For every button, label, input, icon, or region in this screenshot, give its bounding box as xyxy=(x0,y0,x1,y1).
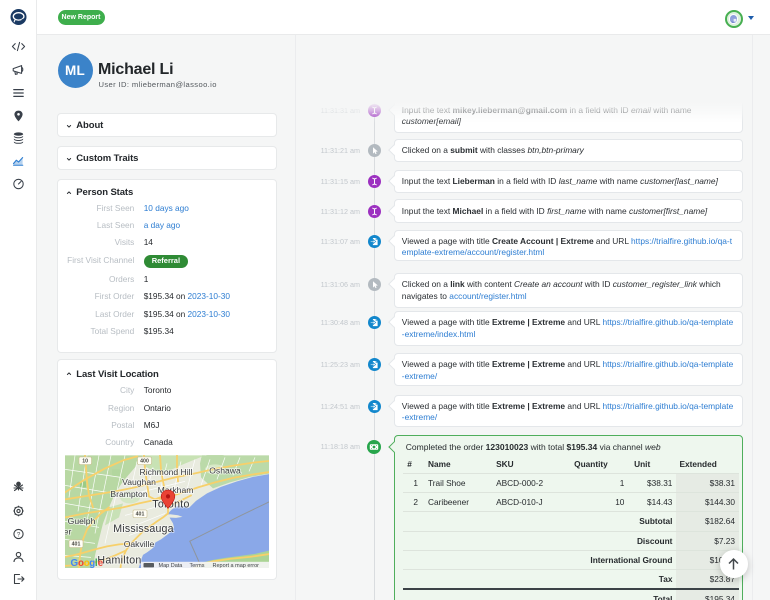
svg-text:Report a map error: Report a map error xyxy=(212,563,259,568)
svg-text:10: 10 xyxy=(82,458,88,464)
svg-text:Oshawa: Oshawa xyxy=(209,465,241,475)
svg-text:400: 400 xyxy=(140,458,149,464)
svg-text:Guelph: Guelph xyxy=(67,516,95,526)
svg-text:?: ? xyxy=(17,531,21,538)
svg-text:Oakville: Oakville xyxy=(123,539,154,549)
svg-text:Richmond Hill: Richmond Hill xyxy=(139,466,192,476)
svg-text:Terms: Terms xyxy=(189,563,204,568)
svg-text:Mississauga: Mississauga xyxy=(113,523,174,535)
svg-text:e: e xyxy=(97,557,103,567)
svg-text:401: 401 xyxy=(71,541,80,547)
svg-text:Hamilton: Hamilton xyxy=(97,554,141,566)
svg-text:Map Data: Map Data xyxy=(158,563,183,568)
svg-text:er: er xyxy=(65,526,71,536)
svg-text:401: 401 xyxy=(135,511,144,517)
svg-text:Brampton: Brampton xyxy=(110,489,147,499)
svg-text:Vaughan: Vaughan xyxy=(122,477,156,487)
